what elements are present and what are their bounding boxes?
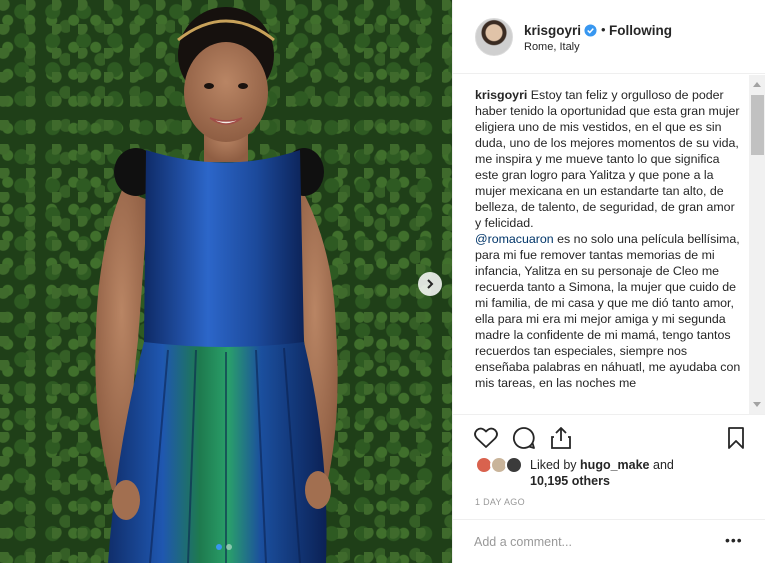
likes-summary: Liked by hugo_make and 10,195 others — [453, 452, 765, 492]
carousel-dot-active — [216, 544, 222, 550]
liked-by-label: Liked by — [530, 458, 577, 472]
more-options-icon[interactable]: ••• — [725, 532, 743, 548]
heart-icon[interactable] — [473, 425, 499, 451]
location-link[interactable]: Rome, Italy — [524, 41, 580, 53]
comment-bar: ••• — [453, 519, 765, 563]
verified-badge-icon — [584, 24, 597, 37]
username-link[interactable]: krisgoyri — [524, 23, 581, 38]
likes-count-link[interactable]: 10,195 others — [530, 474, 610, 488]
comment-icon[interactable] — [511, 425, 537, 451]
post-timestamp[interactable]: 1 DAY AGO — [475, 497, 525, 507]
following-button[interactable]: Following — [609, 23, 672, 38]
share-icon[interactable] — [548, 425, 574, 451]
avatar[interactable] — [475, 18, 513, 56]
scroll-up-arrow-icon[interactable] — [753, 82, 761, 87]
caption-scrollbar[interactable] — [749, 75, 765, 414]
chevron-right-icon — [427, 279, 434, 289]
caption-mention[interactable]: @romacuaron — [475, 232, 554, 246]
bookmark-icon[interactable] — [723, 425, 749, 451]
post-image[interactable] — [0, 0, 452, 563]
post-side-panel: krisgoyri • Following Rome, Italy krisgo… — [452, 0, 765, 563]
carousel-indicator — [216, 544, 232, 550]
likes-text: Liked by hugo_make and 10,195 others — [530, 457, 674, 489]
carousel-next-button[interactable] — [418, 272, 442, 296]
header-separator: • — [601, 22, 606, 37]
likes-conjunction: and — [653, 458, 674, 472]
post-header: krisgoyri • Following Rome, Italy — [453, 0, 765, 74]
comment-input[interactable] — [474, 532, 714, 552]
caption-text-continued: es no solo una película bellísima, para … — [475, 232, 741, 390]
scrollbar-thumb[interactable] — [751, 95, 764, 155]
caption-area[interactable]: krisgoyri Estoy tan feliz y orgulloso de… — [453, 75, 765, 414]
liker-avatar[interactable] — [505, 456, 523, 474]
post-photo — [95, 7, 338, 563]
first-liker-link[interactable]: hugo_make — [580, 458, 649, 472]
carousel-dot — [226, 544, 232, 550]
caption-text: Estoy tan feliz y orgulloso de poder hab… — [475, 88, 740, 230]
caption-username[interactable]: krisgoyri — [475, 88, 527, 102]
caption: krisgoyri Estoy tan feliz y orgulloso de… — [475, 87, 743, 391]
scroll-down-arrow-icon[interactable] — [753, 402, 761, 407]
